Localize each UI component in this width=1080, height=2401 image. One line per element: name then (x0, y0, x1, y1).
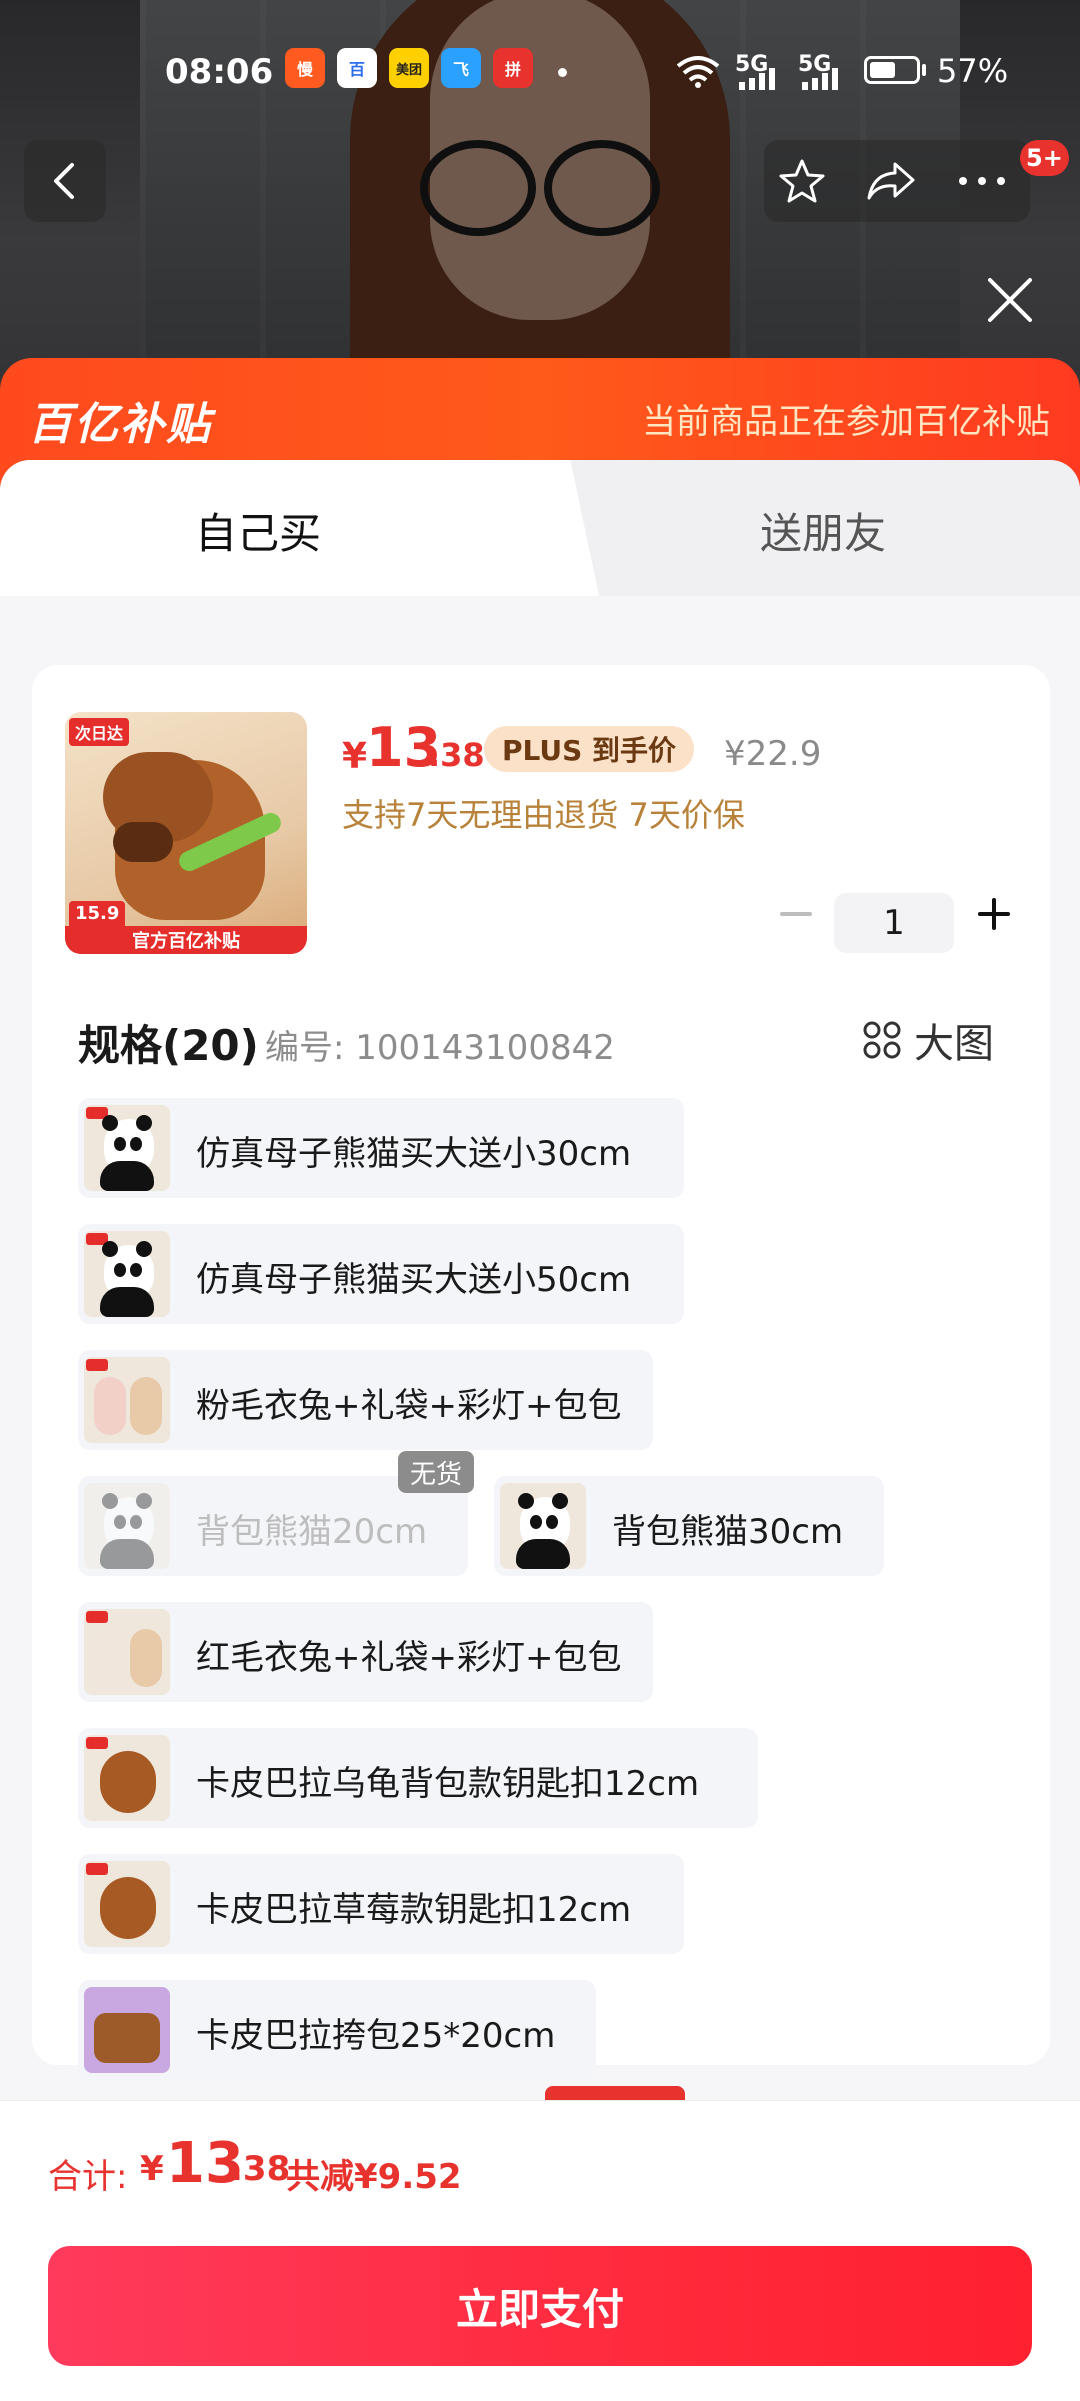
more-icon (959, 177, 1005, 185)
original-price: ¥22.9 (724, 734, 822, 774)
option-label: 粉毛衣兔+礼袋+彩灯+包包 (196, 1386, 622, 1426)
app-icon-baidu: 百 (337, 48, 377, 88)
wifi-icon (676, 56, 720, 88)
option-label: 背包熊猫20cm (196, 1512, 428, 1552)
option-thumbnail (84, 1609, 170, 1695)
option-label: 卡皮巴拉挎包25*20cm (196, 2016, 556, 2056)
out-of-stock-badge: 无货 (398, 1451, 475, 1493)
option-thumbnail (84, 1735, 170, 1821)
signal-1-icon (739, 68, 775, 90)
checkout-footer: 合计: ¥ 13 .38 共减¥9.52 立即支付 (0, 2100, 1080, 2401)
spec-option[interactable]: 背包熊猫30cm (494, 1476, 884, 1576)
spec-option[interactable]: 仿真母子熊猫买大送小50cm (78, 1224, 684, 1324)
signal-2-icon (802, 68, 838, 90)
close-button[interactable] (980, 270, 1040, 330)
notification-dot (558, 68, 567, 77)
app-icon-telegram: 飞 (441, 48, 481, 88)
spec-option[interactable]: 仿真母子熊猫买大送小30cm (78, 1098, 684, 1198)
pay-now-button[interactable]: 立即支付 (48, 2246, 1032, 2366)
chevron-left-icon (54, 163, 74, 199)
share-icon (867, 162, 915, 200)
top-action-group (764, 140, 1030, 222)
battery-percent: 57% (937, 52, 1009, 90)
big-image-label: 大图 (914, 1021, 994, 1067)
tab-self-label: 自己买 (195, 509, 322, 558)
share-button[interactable] (864, 153, 920, 209)
floating-tag-edge (545, 2086, 685, 2100)
more-button[interactable] (954, 153, 1010, 209)
option-thumbnail (84, 1483, 170, 1569)
app-icon-meituan: 美团 (389, 48, 429, 88)
spec-option[interactable]: 卡皮巴拉挎包25*20cm (78, 1980, 596, 2080)
spec-option[interactable]: 红毛衣兔+礼袋+彩灯+包包 (78, 1602, 653, 1702)
image-tag-next-day: 次日达 (69, 718, 130, 746)
price-currency: ¥ (342, 736, 368, 777)
product-image[interactable]: 次日达 15.9 官方百亿补贴 (65, 712, 307, 954)
status-bar: 08:06 慢 百 美团 飞 拼 5G 5G 57% (0, 40, 1080, 100)
tab-gift-label: 送朋友 (760, 509, 887, 558)
option-label: 卡皮巴拉草莓款钥匙扣12cm (196, 1890, 632, 1930)
app-icon-man: 慢 (285, 48, 325, 88)
subsidy-logo: 百亿补贴 (28, 399, 212, 450)
image-bottom-label: 官方百亿补贴 (65, 926, 307, 954)
grid-icon (863, 1021, 901, 1059)
total-label: 合计: (48, 2157, 128, 2197)
quantity-field[interactable]: 1 (834, 893, 954, 953)
price-decimal: .38 (428, 736, 485, 774)
spec-option[interactable]: 卡皮巴拉乌龟背包款钥匙扣12cm (78, 1728, 758, 1828)
spec-title: 规格(20) (78, 1021, 259, 1070)
option-thumbnail (84, 1987, 170, 2073)
option-label: 仿真母子熊猫买大送小50cm (196, 1260, 632, 1300)
spec-option[interactable]: 卡皮巴拉草莓款钥匙扣12cm (78, 1854, 684, 1954)
image-price-tag: 15.9 (69, 901, 126, 926)
quantity-increase-button[interactable] (976, 896, 1012, 932)
option-thumbnail (84, 1105, 170, 1191)
plus-price-tag: PLUS 到手价 (484, 726, 695, 772)
product-code: 编号: 100143100842 (265, 1028, 615, 1068)
back-button[interactable] (24, 140, 106, 222)
total-saving: 共减¥9.52 (286, 2157, 462, 2197)
message-badge: 5+ (1020, 140, 1069, 176)
plus-icon (978, 898, 1010, 930)
total-currency: ¥ (140, 2149, 164, 2189)
guarantee-text: 支持7天无理由退货 7天价保 (342, 796, 745, 834)
quantity-decrease-button[interactable] (778, 896, 814, 932)
favorite-button[interactable] (774, 153, 830, 209)
app-icon-pdd: 拼 (493, 48, 533, 88)
subsidy-text: 当前商品正在参加百亿补贴 (642, 402, 1050, 442)
option-label: 背包熊猫30cm (612, 1512, 844, 1552)
option-label: 卡皮巴拉乌龟背包款钥匙扣12cm (196, 1764, 700, 1804)
spec-option[interactable]: 粉毛衣兔+礼袋+彩灯+包包 (78, 1350, 653, 1450)
option-thumbnail (84, 1231, 170, 1317)
option-thumbnail (84, 1861, 170, 1947)
option-label: 仿真母子熊猫买大送小30cm (196, 1134, 632, 1174)
option-thumbnail (500, 1483, 586, 1569)
big-image-toggle[interactable]: 大图 (862, 1010, 994, 1070)
battery-icon (864, 56, 920, 84)
minus-icon (780, 912, 812, 916)
option-thumbnail (84, 1357, 170, 1443)
option-label: 红毛衣兔+礼袋+彩灯+包包 (196, 1638, 622, 1678)
total-decimal: .38 (230, 2149, 291, 2189)
status-time: 08:06 (165, 52, 274, 92)
star-icon (779, 159, 825, 203)
close-icon (988, 278, 1032, 322)
